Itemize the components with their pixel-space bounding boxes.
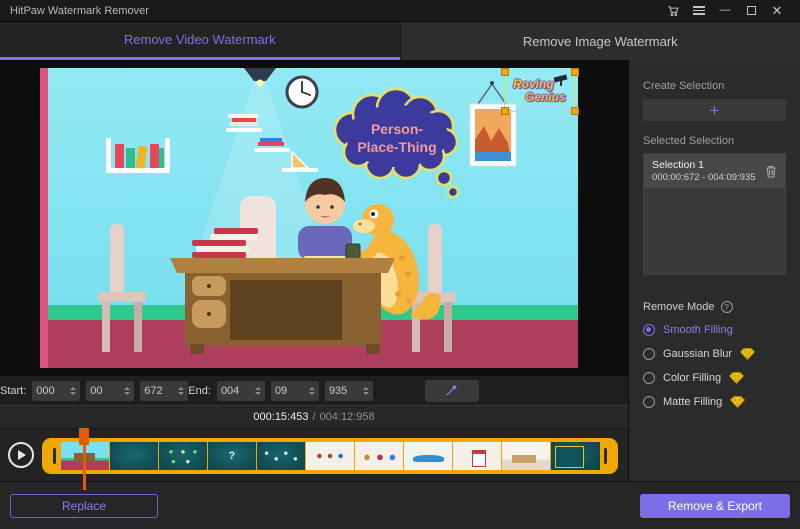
tab-remove-image-watermark[interactable]: Remove Image Watermark: [400, 22, 800, 60]
filmstrip-thumbnail[interactable]: [453, 442, 501, 470]
spinner-arrows-icon[interactable]: [363, 387, 369, 395]
cart-icon[interactable]: [660, 2, 686, 20]
minimize-button[interactable]: —: [712, 2, 738, 20]
start-seconds-field[interactable]: 00: [86, 381, 134, 401]
watermark-logo: Roving Genius: [505, 72, 575, 111]
filmstrip-thumbnail[interactable]: [110, 442, 158, 470]
radio-color-filling[interactable]: Color Filling: [643, 371, 786, 385]
radio-icon: [643, 324, 655, 336]
create-selection-button[interactable]: +: [643, 99, 786, 121]
timeline-time-display: 000:15:453 / 004:12:958: [0, 405, 628, 428]
end-minutes-field[interactable]: 004: [217, 381, 265, 401]
filmstrip-thumbnail[interactable]: [159, 442, 207, 470]
premium-gem-icon: [729, 372, 744, 384]
time-controls: Start: 000 00 672 End: 004: [0, 375, 628, 405]
footer-bar: Replace Remove & Export: [0, 481, 800, 529]
start-millis-field[interactable]: 672: [140, 381, 188, 401]
close-button[interactable]: ✕: [764, 2, 790, 20]
radio-matte-filling[interactable]: Matte Filling: [643, 395, 786, 409]
start-label: Start:: [0, 385, 26, 397]
spinner-arrows-icon[interactable]: [124, 387, 130, 395]
trim-handle-left[interactable]: [53, 448, 56, 464]
spinner-arrows-icon[interactable]: [255, 387, 261, 395]
time-separator: /: [312, 411, 315, 423]
timeline: ?: [0, 428, 628, 481]
start-minutes-field[interactable]: 000: [32, 381, 80, 401]
thought-text-line2: Place-Thing: [357, 139, 436, 155]
desk: [170, 258, 395, 354]
spinner-arrows-icon[interactable]: [309, 387, 315, 395]
selected-selection-label: Selected Selection: [643, 135, 786, 147]
playhead[interactable]: [78, 428, 90, 490]
radio-icon: [643, 396, 655, 408]
filmstrip-thumbnail[interactable]: [306, 442, 354, 470]
filmstrip-thumbnail[interactable]: [404, 442, 452, 470]
delete-selection-button[interactable]: [765, 165, 777, 178]
selection-name: Selection 1: [652, 159, 765, 171]
trim-handle-right[interactable]: [604, 448, 607, 464]
replace-button[interactable]: Replace: [10, 494, 158, 518]
filmstrip-thumbnail[interactable]: [551, 442, 599, 470]
tab-label: Remove Video Watermark: [124, 32, 276, 47]
filmstrip-thumbnail[interactable]: ?: [208, 442, 256, 470]
filmstrip-thumbnails: ?: [60, 442, 600, 470]
remove-mode-label: Remove Mode: [643, 301, 715, 313]
create-selection-label: Create Selection: [643, 80, 786, 92]
app-title: HitPaw Watermark Remover: [10, 5, 149, 17]
video-frame: Person- Place-Thing: [40, 68, 578, 368]
clock-icon: [287, 77, 317, 107]
current-time: 000:15:453: [253, 411, 308, 423]
selection-list: Selection 1 000:00:672 - 004:09:935: [643, 153, 786, 275]
watermark-selection-box[interactable]: Roving Genius: [504, 71, 576, 112]
workspace: Person- Place-Thing: [0, 60, 628, 481]
selection-list-item[interactable]: Selection 1 000:00:672 - 004:09:935: [644, 154, 785, 188]
filmstrip[interactable]: ?: [42, 438, 618, 474]
magic-wand-icon: [444, 383, 459, 398]
thought-text-line1: Person-: [371, 121, 423, 137]
radio-gaussian-blur[interactable]: Gaussian Blur: [643, 347, 786, 361]
play-button[interactable]: [8, 442, 34, 468]
trash-icon: [765, 165, 777, 178]
end-seconds-field[interactable]: 09: [271, 381, 319, 401]
video-frame-illustration: Person- Place-Thing: [40, 68, 578, 368]
premium-gem-icon: [740, 348, 755, 360]
radio-icon: [643, 372, 655, 384]
maximize-button[interactable]: [738, 2, 764, 20]
tab-label: Remove Image Watermark: [523, 34, 678, 49]
play-icon: [18, 450, 26, 460]
filmstrip-thumbnail[interactable]: [502, 442, 550, 470]
end-millis-field[interactable]: 935: [325, 381, 373, 401]
tab-remove-video-watermark[interactable]: Remove Video Watermark: [0, 22, 400, 60]
app-window: HitPaw Watermark Remover — ✕ Remove Vide…: [0, 0, 800, 529]
tab-bar: Remove Video Watermark Remove Image Wate…: [0, 22, 800, 60]
end-label: End:: [188, 385, 211, 397]
premium-gem-icon: [730, 396, 745, 408]
remove-export-button[interactable]: Remove & Export: [640, 494, 790, 518]
radio-smooth-filling[interactable]: Smooth Filling: [643, 323, 786, 337]
filmstrip-thumbnail[interactable]: [355, 442, 403, 470]
radio-icon: [643, 348, 655, 360]
filmstrip-thumbnail[interactable]: [257, 442, 305, 470]
menu-icon[interactable]: [686, 2, 712, 20]
video-preview: Person- Place-Thing: [0, 60, 628, 375]
sidebar: Create Selection + Selected Selection Se…: [628, 60, 800, 481]
titlebar: HitPaw Watermark Remover — ✕: [0, 0, 800, 22]
help-icon[interactable]: ?: [721, 301, 733, 313]
auto-detect-button[interactable]: [425, 380, 479, 402]
spinner-arrows-icon[interactable]: [70, 387, 76, 395]
selection-time-range: 000:00:672 - 004:09:935: [652, 172, 765, 183]
total-time: 004:12:958: [320, 411, 375, 423]
spinner-arrows-icon[interactable]: [178, 387, 184, 395]
plus-icon: +: [710, 102, 720, 119]
